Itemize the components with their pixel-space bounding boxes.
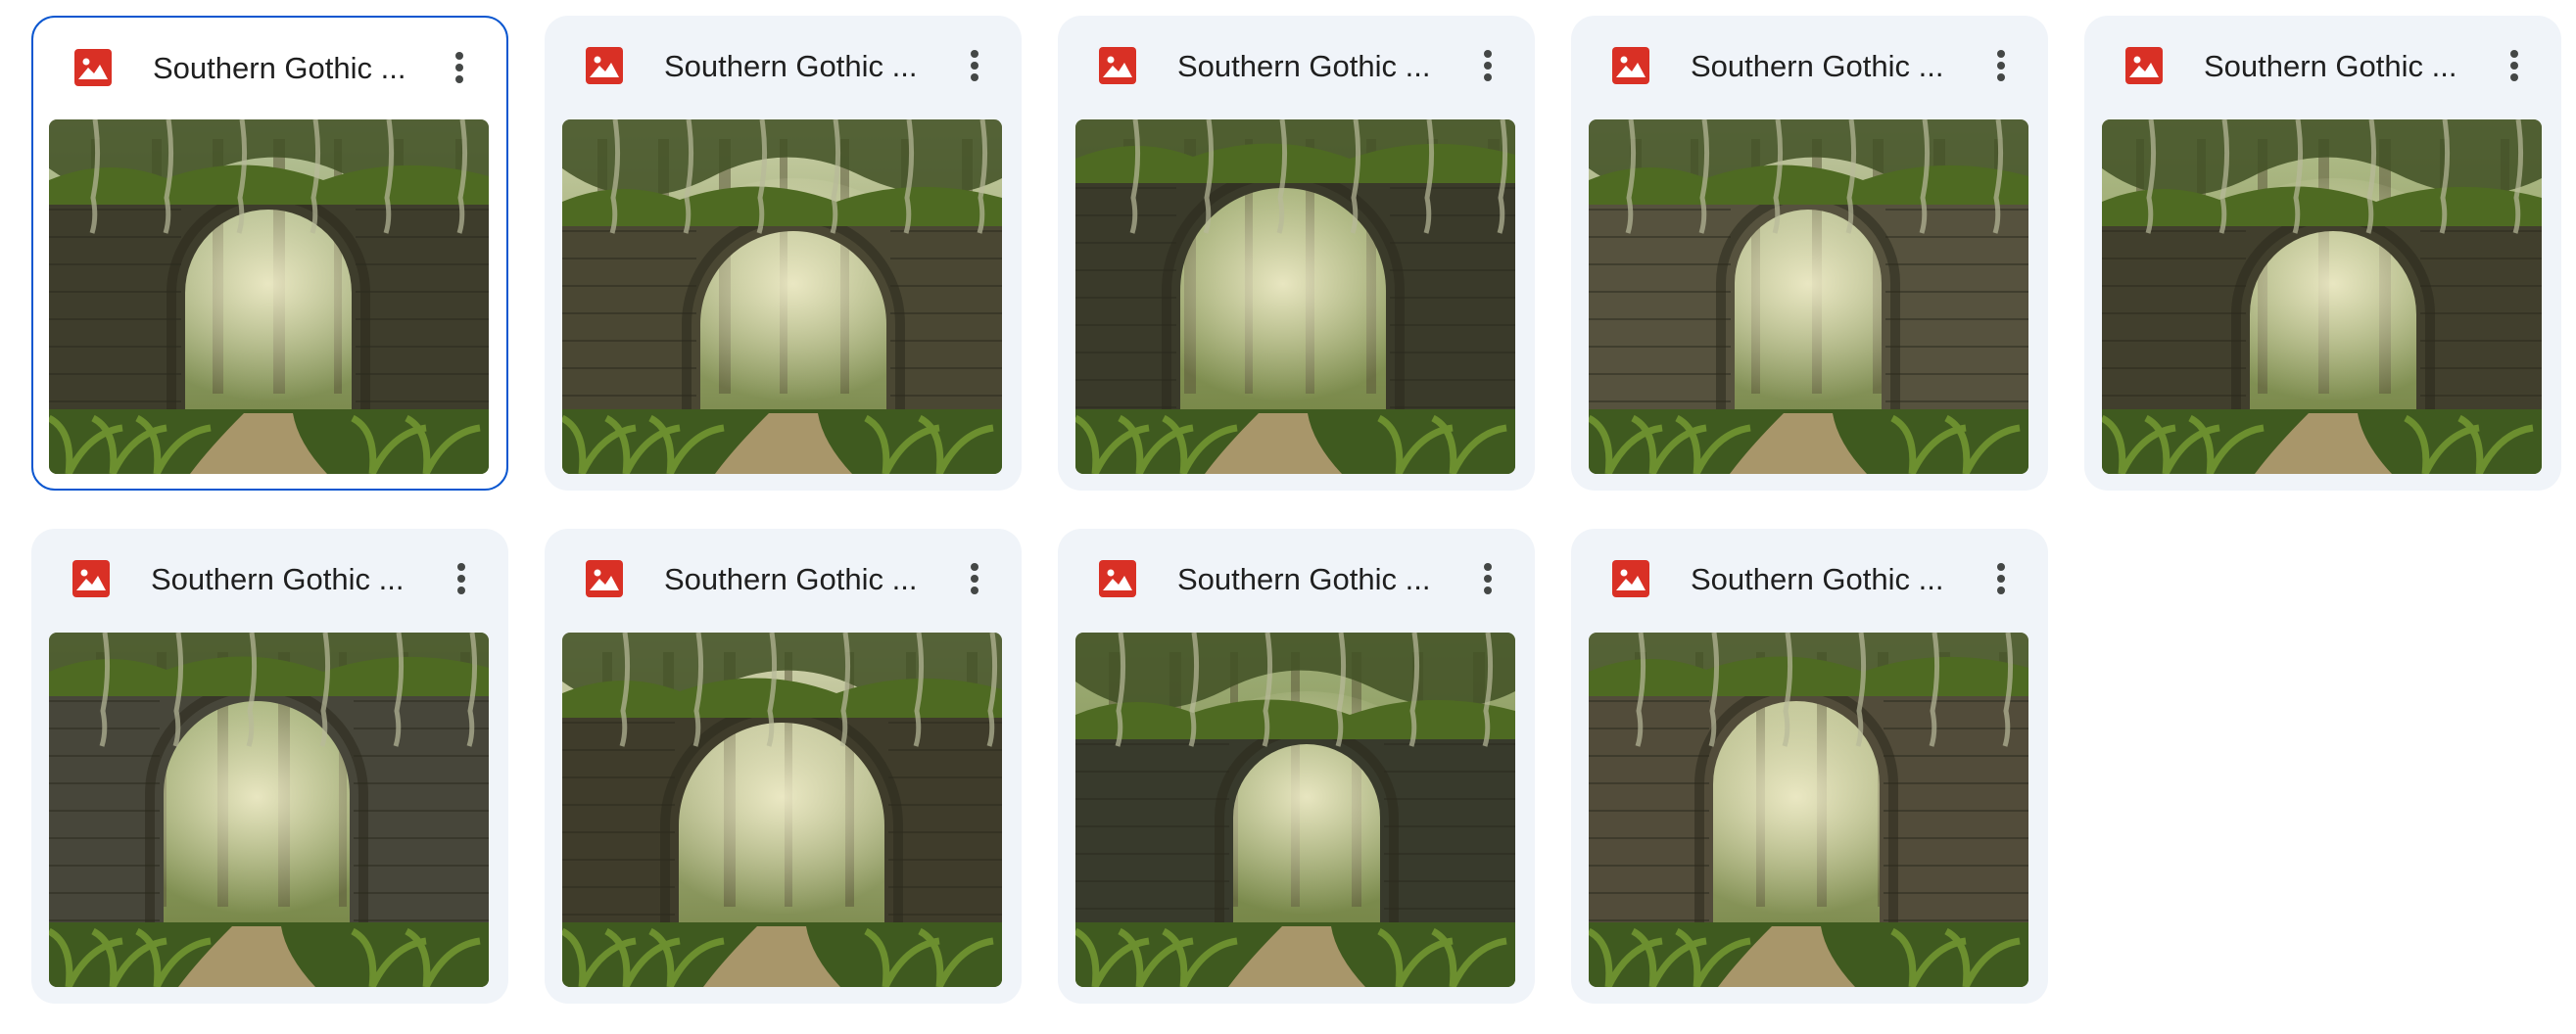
- file-thumbnail[interactable]: [1589, 633, 2028, 987]
- more-actions-button[interactable]: [1462, 553, 1513, 604]
- file-thumbnail[interactable]: [562, 119, 1002, 474]
- image-file-icon: [1612, 47, 1649, 84]
- file-card-header: Southern Gothic ...: [31, 529, 508, 631]
- file-name: Southern Gothic ...: [1691, 562, 1944, 596]
- image-file-icon: [1099, 47, 1136, 84]
- file-name: Southern Gothic ...: [2204, 49, 2457, 83]
- image-file-icon: [586, 47, 623, 84]
- file-name: Southern Gothic ...: [1177, 562, 1431, 596]
- file-name: Southern Gothic ...: [664, 562, 918, 596]
- more-vert-icon: [454, 51, 464, 84]
- file-thumbnail[interactable]: [1589, 119, 2028, 474]
- file-card[interactable]: Southern Gothic ...: [2084, 16, 2561, 491]
- file-thumbnail[interactable]: [49, 119, 489, 474]
- image-file-icon: [586, 560, 623, 597]
- file-name: Southern Gothic ...: [151, 562, 405, 596]
- more-vert-icon: [1483, 562, 1493, 595]
- file-card-header: Southern Gothic ...: [545, 529, 1022, 631]
- file-card-header: Southern Gothic ...: [1571, 529, 2048, 631]
- file-card[interactable]: Southern Gothic ...: [1058, 529, 1535, 1004]
- image-file-icon: [2125, 47, 2163, 84]
- image-file-icon: [1612, 560, 1649, 597]
- image-file-icon: [74, 49, 112, 86]
- file-thumbnail[interactable]: [1075, 119, 1515, 474]
- more-vert-icon: [970, 49, 979, 82]
- file-thumbnail[interactable]: [49, 633, 489, 987]
- more-actions-button[interactable]: [1462, 40, 1513, 91]
- more-actions-button[interactable]: [436, 553, 487, 604]
- file-card-header: Southern Gothic ...: [1058, 16, 1535, 118]
- file-name: Southern Gothic ...: [153, 51, 406, 85]
- more-vert-icon: [1996, 562, 2006, 595]
- file-grid: Southern Gothic ... Southern Gothic ... So…: [0, 0, 2576, 1034]
- file-name: Southern Gothic ...: [664, 49, 918, 83]
- more-vert-icon: [456, 562, 466, 595]
- more-vert-icon: [1996, 49, 2006, 82]
- file-card[interactable]: Southern Gothic ...: [545, 16, 1022, 491]
- file-card[interactable]: Southern Gothic ...: [545, 529, 1022, 1004]
- file-name: Southern Gothic ...: [1691, 49, 1944, 83]
- more-vert-icon: [1483, 49, 1493, 82]
- more-actions-button[interactable]: [1976, 553, 2027, 604]
- file-card-header: Southern Gothic ...: [1058, 529, 1535, 631]
- file-card[interactable]: Southern Gothic ...: [1058, 16, 1535, 491]
- file-card-header: Southern Gothic ...: [33, 18, 506, 119]
- file-thumbnail[interactable]: [562, 633, 1002, 987]
- more-actions-button[interactable]: [434, 42, 485, 93]
- file-card[interactable]: Southern Gothic ...: [31, 16, 508, 491]
- file-name: Southern Gothic ...: [1177, 49, 1431, 83]
- file-card[interactable]: Southern Gothic ...: [1571, 16, 2048, 491]
- file-card-header: Southern Gothic ...: [545, 16, 1022, 118]
- image-file-icon: [72, 560, 110, 597]
- file-thumbnail[interactable]: [2102, 119, 2542, 474]
- more-actions-button[interactable]: [2489, 40, 2540, 91]
- more-actions-button[interactable]: [949, 40, 1000, 91]
- more-vert-icon: [970, 562, 979, 595]
- image-file-icon: [1099, 560, 1136, 597]
- file-card-header: Southern Gothic ...: [2084, 16, 2561, 118]
- more-actions-button[interactable]: [1976, 40, 2027, 91]
- file-card[interactable]: Southern Gothic ...: [1571, 529, 2048, 1004]
- file-card[interactable]: Southern Gothic ...: [31, 529, 508, 1004]
- more-actions-button[interactable]: [949, 553, 1000, 604]
- more-vert-icon: [2509, 49, 2519, 82]
- file-card-header: Southern Gothic ...: [1571, 16, 2048, 118]
- file-thumbnail[interactable]: [1075, 633, 1515, 987]
